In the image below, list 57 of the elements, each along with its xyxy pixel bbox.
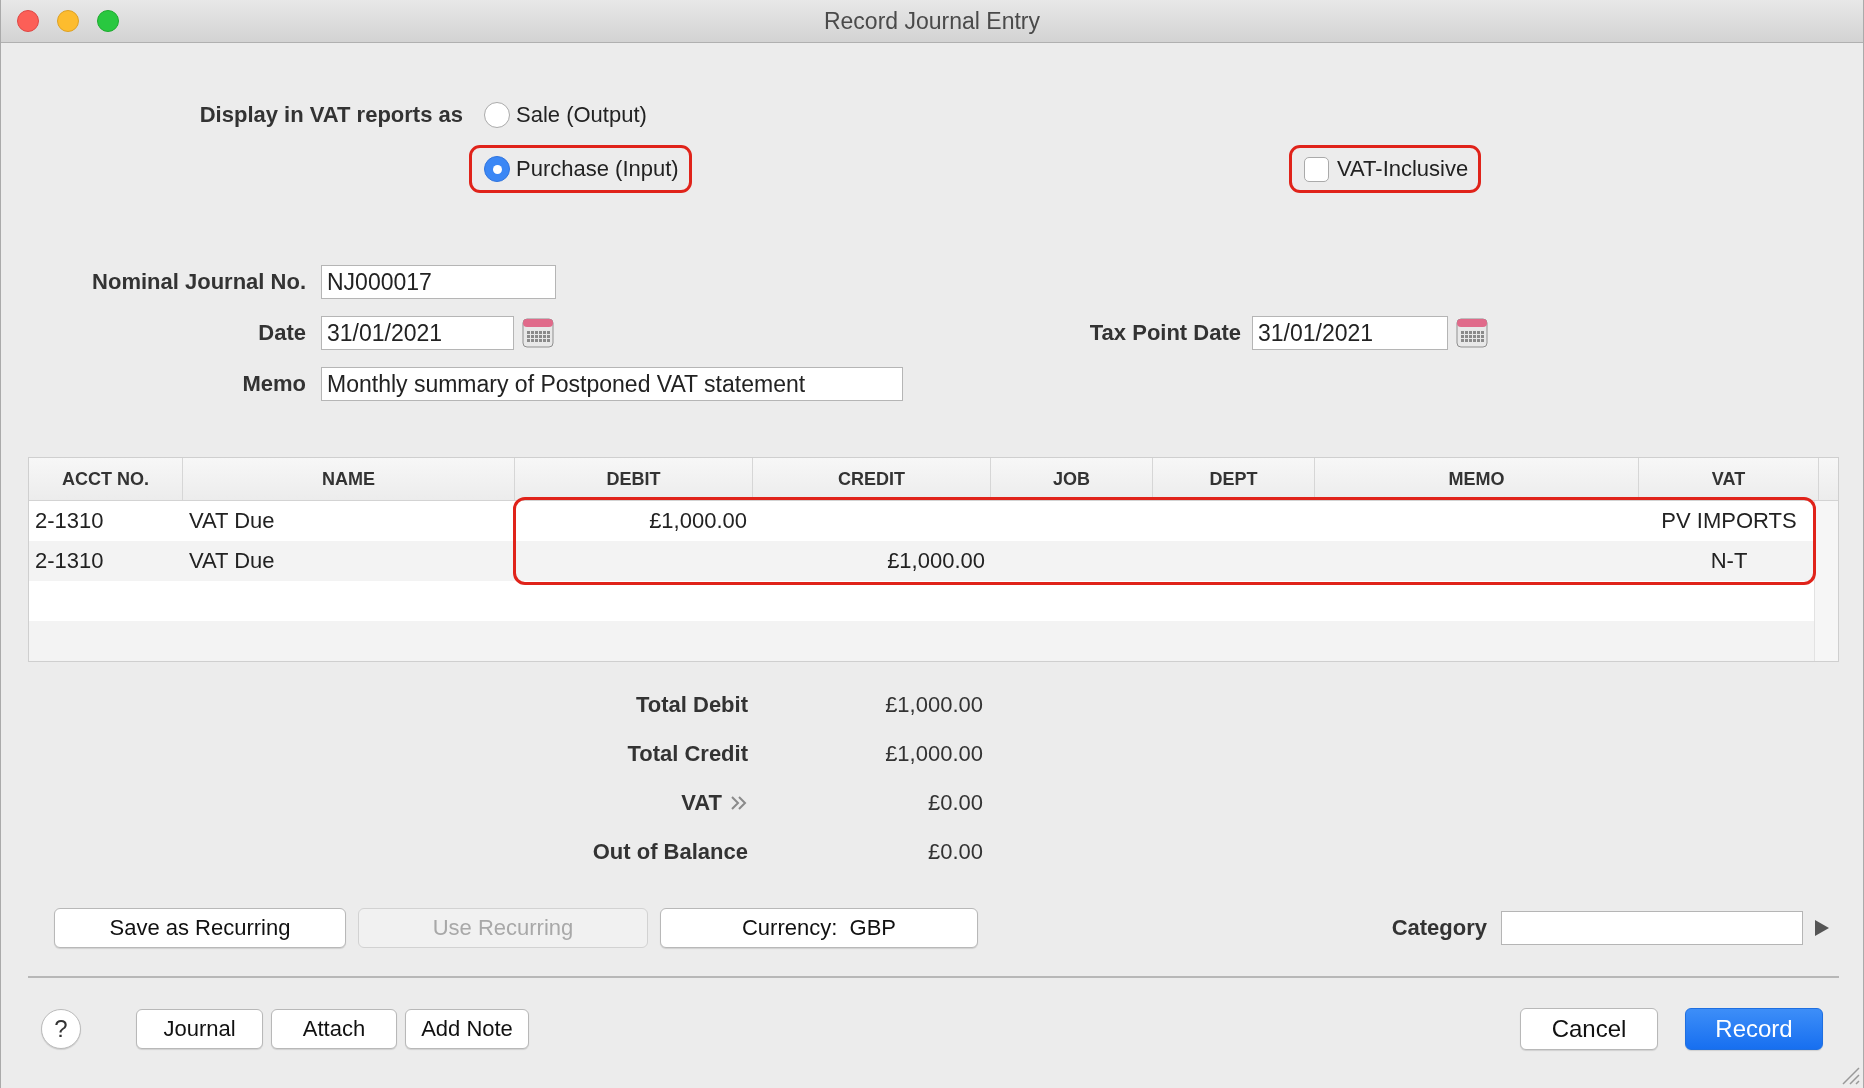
- text-field[interactable]: NJ000017: [321, 265, 556, 299]
- triangle-icon[interactable]: [1814, 919, 1830, 937]
- button[interactable]: Record: [1685, 1008, 1823, 1050]
- field-label: Display in VAT reports as: [199, 102, 464, 128]
- radio-label[interactable]: Purchase (Input): [516, 156, 679, 182]
- checkbox-label[interactable]: VAT-Inclusive: [1337, 156, 1469, 182]
- date-field[interactable]: 31/01/2021: [1252, 316, 1448, 350]
- checkbox[interactable]: [1304, 156, 1329, 182]
- table-cell-text: VAT Due: [188, 507, 276, 535]
- column-header[interactable]: MEMO: [1315, 458, 1639, 500]
- help-button[interactable]: ?: [41, 1009, 81, 1049]
- column-header[interactable]: NAME: [183, 458, 515, 500]
- button[interactable]: Attach: [271, 1009, 397, 1049]
- total-value: £1,000.00: [884, 692, 983, 718]
- table-cell-text: 2-1310: [34, 507, 105, 535]
- zoom-button[interactable]: [97, 10, 119, 32]
- field-label: Date: [257, 320, 306, 346]
- column-header[interactable]: CREDIT: [753, 458, 991, 500]
- button[interactable]: Save as Recurring: [54, 908, 346, 948]
- calendar-icon[interactable]: [522, 318, 554, 348]
- total-value: £0.00: [926, 790, 983, 816]
- text-field[interactable]: [1501, 911, 1803, 945]
- column-header[interactable]: DEBIT: [515, 458, 753, 500]
- column-header[interactable]: DEPT: [1153, 458, 1315, 500]
- radio-button[interactable]: [484, 102, 510, 128]
- field-label: Memo: [241, 371, 306, 397]
- text-field[interactable]: Monthly summary of Postponed VAT statement: [321, 367, 903, 401]
- total-value: £1,000.00: [884, 741, 983, 767]
- radio-button[interactable]: [484, 156, 510, 182]
- total-label: Out of Balance: [592, 839, 748, 865]
- button[interactable]: Add Note: [405, 1009, 529, 1049]
- radio-label[interactable]: Sale (Output): [516, 102, 647, 128]
- button[interactable]: Cancel: [1520, 1008, 1658, 1050]
- minimize-button[interactable]: [57, 10, 79, 32]
- table-cell-text: N-T: [1709, 547, 1749, 575]
- field-label: Tax Point Date: [1088, 320, 1241, 346]
- column-header[interactable]: JOB: [991, 458, 1153, 500]
- total-label: VAT: [681, 790, 722, 816]
- scrollbar-track[interactable]: [1814, 501, 1838, 661]
- column-header[interactable]: ACCT NO.: [29, 458, 183, 500]
- close-button[interactable]: [17, 10, 39, 32]
- calendar-icon[interactable]: [1456, 318, 1488, 348]
- double-chevron-icon[interactable]: [730, 795, 748, 811]
- button[interactable]: Currency: GBP: [660, 908, 978, 948]
- field-label: Category: [1390, 915, 1487, 941]
- total-label: Total Credit: [627, 741, 748, 767]
- table-cell-text: £1,000.00: [886, 547, 986, 575]
- date-field[interactable]: 31/01/2021: [321, 316, 514, 350]
- window-title: Record Journal Entry: [823, 7, 1040, 34]
- total-value: £0.00: [926, 839, 983, 865]
- total-label: Total Debit: [635, 692, 748, 718]
- button[interactable]: Journal: [136, 1009, 263, 1049]
- field-label: Nominal Journal No.: [91, 269, 306, 295]
- table-cell-text: VAT Due: [188, 547, 276, 575]
- table-cell-text: £1,000.00: [648, 507, 748, 535]
- table-cell-text: PV IMPORTS: [1660, 507, 1798, 535]
- table-cell-text: 2-1310: [34, 547, 105, 575]
